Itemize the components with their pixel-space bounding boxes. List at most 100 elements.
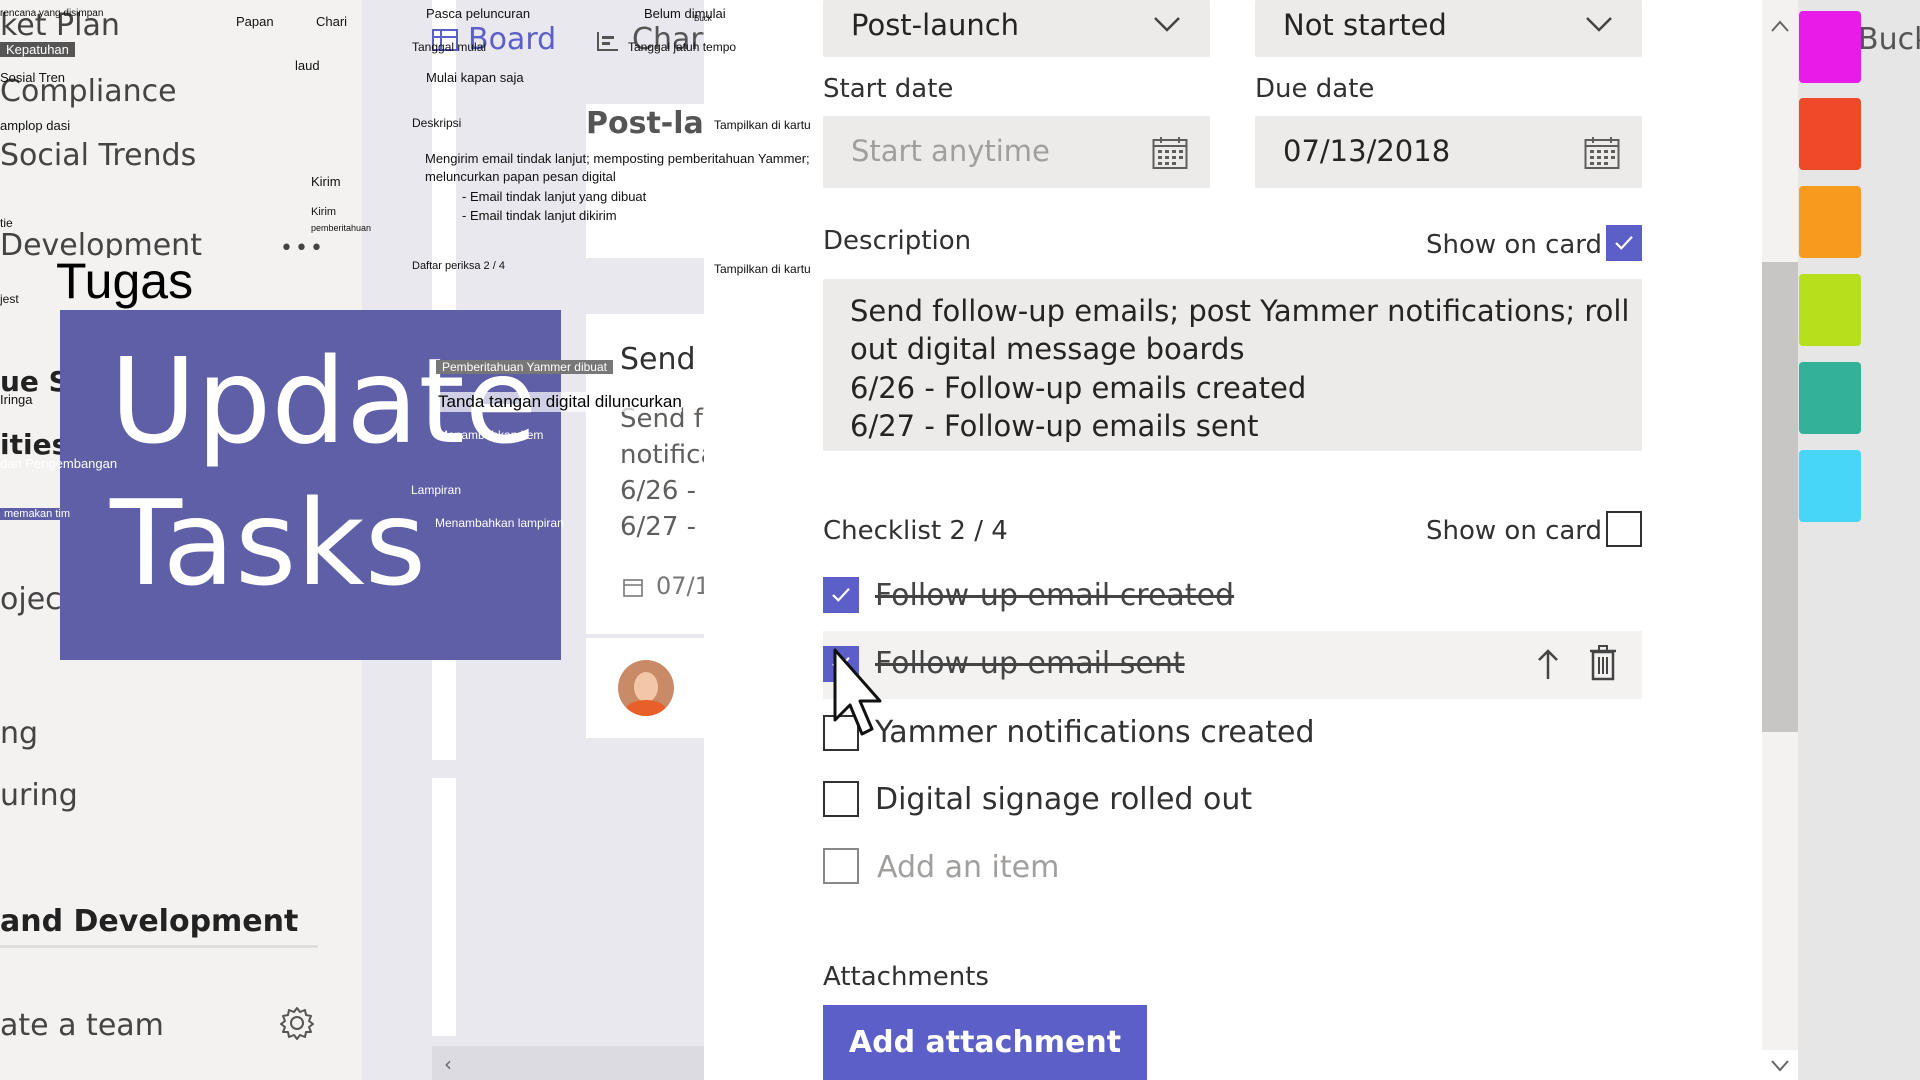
checklist-item: Digital signage rolled out	[823, 778, 1642, 828]
attachments-label: Attachments	[823, 962, 989, 992]
checklist-item: Yammer notifications created	[823, 711, 1642, 761]
chevron-up-icon[interactable]	[1770, 18, 1790, 32]
caption-tampilkan-di-kartu-2: Tampilkan di kartu	[714, 262, 811, 276]
checklist-item-text[interactable]: Yammer notifications created	[875, 715, 1315, 750]
caption-belum-dimulai: Belum dimulai	[644, 6, 726, 21]
swatch-orange[interactable]	[1799, 186, 1861, 258]
caption-kirim: Kirim	[311, 174, 341, 189]
chevron-down-icon[interactable]	[1770, 1058, 1790, 1072]
caption-rencana: rencana yang disimpan	[0, 8, 104, 19]
swatch-cyan[interactable]	[1799, 450, 1861, 522]
checklist-item-checkbox[interactable]	[823, 577, 859, 613]
add-item-checkbox	[823, 848, 859, 884]
checklist-show-on-card-label: Show on card	[1426, 516, 1603, 546]
due-date-label: Due date	[1255, 74, 1375, 104]
due-date-value: 07/13/2018	[1283, 134, 1451, 168]
checklist-item-checkbox[interactable]	[823, 781, 859, 817]
swatch-teal[interactable]	[1799, 362, 1861, 434]
caption-lampiran: Lampiran	[411, 483, 462, 497]
caption-menambahkan-item: Menambahkan item	[438, 428, 544, 442]
calendar-icon[interactable]	[1584, 136, 1620, 170]
caption-tie: tie	[0, 216, 13, 230]
description-show-on-card-checkbox[interactable]	[1606, 225, 1642, 261]
caption-desc-line-1: Mengirim email tindak lanjut; memposting…	[425, 151, 810, 166]
caption-pasca-peluncuran: Pasca peluncuran	[426, 6, 531, 21]
caption-buck-small: Buck	[694, 14, 712, 23]
caption-memakan-tim: memakan tim	[0, 508, 75, 520]
due-date-field[interactable]: 07/13/2018	[1255, 116, 1642, 188]
checklist-show-on-card-checkbox[interactable]	[1606, 511, 1642, 547]
create-team-link[interactable]: ate a team	[0, 1008, 164, 1043]
caption-deskripsi: Deskripsi	[412, 116, 462, 130]
caption-desc-line-4: - Email tindak lanjut dikirim	[462, 208, 617, 223]
progress-select[interactable]: Not started	[1255, 0, 1642, 57]
caption-iringa: Iringa	[0, 392, 33, 407]
bucket-label-partial: Buck	[1858, 22, 1920, 57]
bucket-select-value: Post-launch	[851, 8, 1020, 42]
calendar-icon	[622, 576, 644, 598]
description-field[interactable]: Send follow-up emails; post Yammer notif…	[823, 279, 1642, 451]
calendar-icon[interactable]	[1152, 136, 1188, 170]
cursor-icon	[832, 648, 882, 740]
trash-icon[interactable]	[1589, 645, 1617, 681]
swatch-lime[interactable]	[1799, 274, 1861, 346]
caption-tugas: Tugas	[56, 253, 194, 309]
caption-tanda-tangan: Tanda tangan digital diluncurkan	[438, 392, 682, 412]
checklist-item-text[interactable]: Follow-up email sent	[875, 646, 1185, 681]
caption-tampilkan-di-kartu-1: Tampilkan di kartu	[714, 118, 811, 132]
checklist-label: Checklist 2 / 4	[823, 516, 1008, 546]
more-options-icon[interactable]: •••	[280, 236, 325, 261]
description-label: Description	[823, 226, 972, 256]
caption-jest: jest	[0, 292, 19, 306]
caption-yammer-dibuat: Pemberitahuan Yammer dibuat	[436, 360, 613, 374]
bucket-title[interactable]: Post-lau	[586, 106, 704, 141]
caption-amplop: amplop dasi	[0, 118, 71, 133]
caption-tanggal-mulai: Tanggal mulai	[412, 40, 487, 54]
caption-sosial-tren: Sosial Tren	[0, 70, 66, 85]
scroll-left-icon[interactable]: ‹	[444, 1052, 452, 1076]
scrollbar-thumb[interactable]	[1762, 262, 1798, 732]
bucket-column-lower	[432, 778, 456, 1036]
sidebar-item-ng[interactable]: ng	[0, 716, 38, 751]
checklist-item-text[interactable]: Digital signage rolled out	[875, 782, 1252, 817]
sidebar-team-section[interactable]: and Development	[0, 904, 298, 939]
description-line-2: out digital message boards	[850, 332, 1245, 366]
bucket-select[interactable]: Post-launch	[823, 0, 1210, 57]
card-desc-2: notifica	[620, 440, 717, 470]
progress-select-value: Not started	[1283, 8, 1447, 42]
checklist-item-text[interactable]: Follow-up email created	[875, 578, 1234, 613]
checklist-item: Follow-up email created	[823, 574, 1642, 624]
arrow-up-icon[interactable]	[1535, 647, 1561, 681]
avatar[interactable]	[618, 660, 674, 716]
start-date-placeholder: Start anytime	[851, 134, 1050, 168]
start-date-field[interactable]: Start anytime	[823, 116, 1210, 188]
caption-kirim-2: Kirim	[311, 206, 337, 218]
chevron-down-icon	[1585, 14, 1613, 34]
chart-icon	[596, 30, 620, 52]
description-line-4: 6/27 - Follow-up emails sent	[850, 409, 1259, 443]
start-date-label: Start date	[823, 74, 954, 104]
caption-mulai-kapan-saja: Mulai kapan saja	[426, 70, 524, 85]
add-attachment-button[interactable]: Add attachment	[823, 1005, 1147, 1080]
horizontal-scrollbar[interactable]	[432, 1046, 704, 1080]
add-item-input[interactable]: Add an item	[877, 850, 1059, 885]
caption-dan-pengembangan: dan Pengembangan	[0, 456, 118, 471]
add-checklist-item[interactable]: Add an item	[823, 846, 1642, 896]
card-desc-4: 6/27 -	[620, 512, 697, 542]
sidebar-item-uring[interactable]: uring	[0, 778, 78, 813]
caption-laud: laud	[295, 58, 320, 73]
caption-menambahkan-lampiran: Menambahkan lampiran	[435, 516, 564, 530]
gear-icon[interactable]	[279, 1005, 315, 1041]
overlay-title-line-2: Tasks	[110, 474, 427, 612]
card-title: Send f	[620, 342, 716, 377]
caption-daftar-periksa: Daftar periksa 2 / 4	[412, 260, 505, 272]
sidebar-divider	[0, 945, 318, 948]
swatch-red[interactable]	[1799, 98, 1861, 170]
sidebar-item-social-trends[interactable]: Social Trends	[0, 138, 196, 173]
swatch-magenta[interactable]	[1799, 11, 1861, 83]
caption-desc-line-3: - Email tindak lanjut yang dibuat	[462, 189, 647, 204]
task-card-footer	[586, 638, 704, 738]
description-show-on-card-label: Show on card	[1426, 230, 1603, 260]
description-line-3: 6/26 - Follow-up emails created	[850, 371, 1307, 405]
card-due-date: 07/1	[656, 572, 710, 600]
